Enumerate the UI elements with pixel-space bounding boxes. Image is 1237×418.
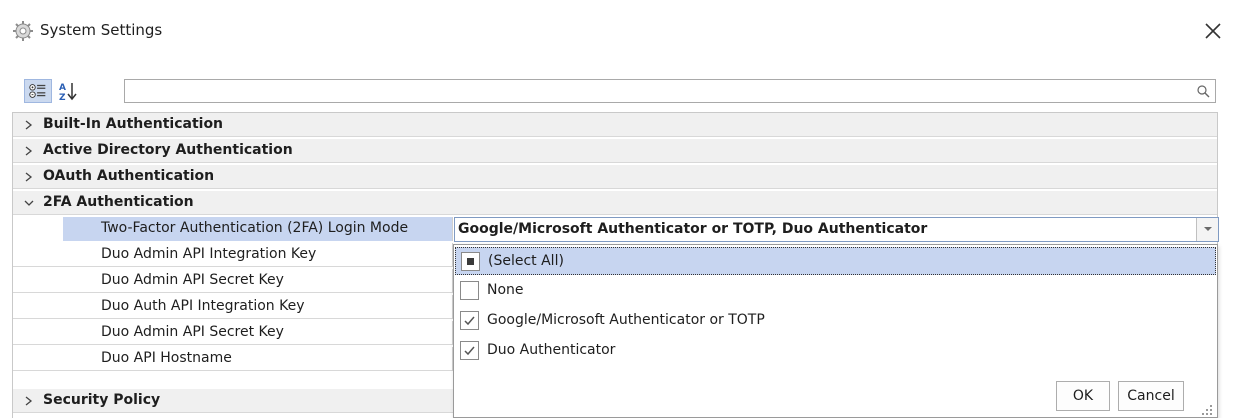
chevron-right-icon[interactable] [23,394,35,408]
title-bar: System Settings [0,0,1237,58]
search-icon[interactable] [1196,84,1210,98]
category-label: Active Directory Authentication [43,142,293,158]
category-label: Built-In Authentication [43,116,224,132]
category-row-active-directory[interactable]: Active Directory Authentication [13,139,1217,163]
property-name[interactable]: Duo Admin API Integration Key [63,243,453,267]
chevron-right-icon[interactable] [23,118,35,132]
check-icon [464,346,475,356]
category-row-oauth[interactable]: OAuth Authentication [13,165,1217,189]
checkbox-checked[interactable] [460,341,479,360]
close-icon[interactable] [1200,18,1226,44]
property-name[interactable]: Duo Admin API Secret Key [63,321,453,345]
categorized-view-icon[interactable] [24,79,52,103]
checkbox-checked[interactable] [460,311,479,330]
option-none[interactable]: None [455,277,1216,305]
option-select-all[interactable]: (Select All) [455,247,1216,275]
property-row-2fa-login-mode[interactable]: Two-Factor Authentication (2FA) Login Mo… [13,217,1219,242]
category-row-2fa[interactable]: 2FA Authentication [13,191,1217,215]
check-icon [464,316,475,326]
chevron-right-icon[interactable] [23,170,35,184]
property-name[interactable]: Duo Auth API Integration Key [63,295,453,319]
category-label: Security Policy [43,392,161,408]
property-name[interactable]: Two-Factor Authentication (2FA) Login Mo… [63,217,453,241]
search-box[interactable] [124,79,1216,103]
dropdown-button[interactable] [1196,218,1218,241]
option-google-microsoft-totp[interactable]: Google/Microsoft Authenticator or TOTP [455,307,1216,335]
option-label: None [487,282,524,298]
login-mode-combo[interactable]: Google/Microsoft Authenticator or TOTP, … [454,217,1219,242]
search-input[interactable] [129,82,1189,100]
checkbox-unchecked[interactable] [460,281,479,300]
system-settings-window: System Settings A Z Built-In Authenticat… [0,0,1237,418]
option-label: Google/Microsoft Authenticator or TOTP [487,312,765,328]
resize-grip-icon[interactable] [1201,404,1213,416]
login-mode-dropdown: (Select All) None Google/Microsoft Authe… [453,244,1218,418]
category-label: OAuth Authentication [43,168,215,184]
property-name[interactable]: Duo API Hostname [63,347,453,371]
option-label: (Select All) [488,253,564,269]
category-row-built-in[interactable]: Built-In Authentication [13,113,1217,137]
ok-button[interactable]: OK [1056,381,1110,411]
category-label: 2FA Authentication [43,194,194,210]
chevron-down-icon[interactable] [23,196,35,210]
sort-az-icon[interactable]: A Z [54,79,82,103]
option-label: Duo Authenticator [487,342,616,358]
chevron-right-icon[interactable] [23,144,35,158]
combo-value: Google/Microsoft Authenticator or TOTP, … [458,221,928,237]
svg-text:Z: Z [59,93,66,103]
window-title: System Settings [40,21,163,39]
cancel-button[interactable]: Cancel [1118,381,1184,411]
option-duo-authenticator[interactable]: Duo Authenticator [455,337,1216,365]
checkbox-indeterminate[interactable] [461,252,480,271]
property-name[interactable]: Duo Admin API Secret Key [63,269,453,293]
chevron-down-icon [1204,227,1212,231]
gear-icon [13,21,33,41]
dropdown-footer: OK Cancel [454,381,1217,417]
svg-text:A: A [59,83,66,93]
